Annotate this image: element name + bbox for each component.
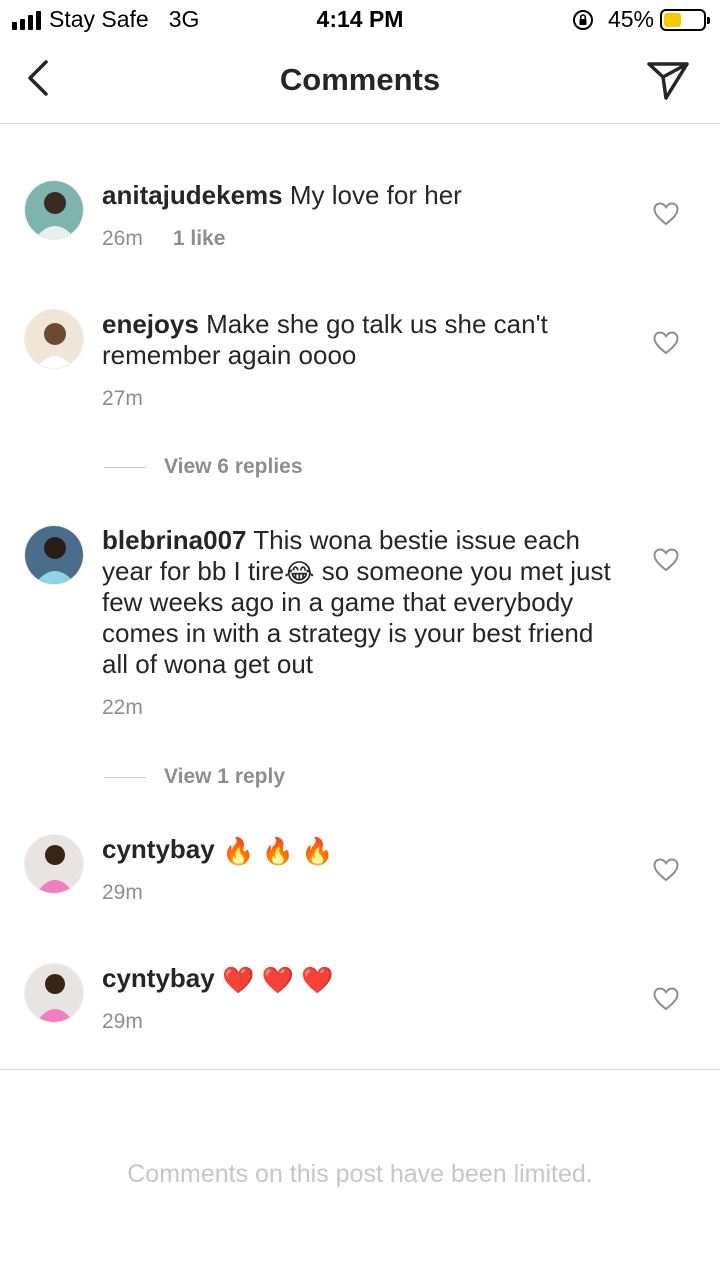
comment-meta: 29m: [102, 1010, 143, 1034]
status-bar: Stay Safe 3G 4:14 PM 45%: [0, 0, 720, 40]
comment-text: anitajudekems My love for her: [102, 180, 622, 211]
avatar[interactable]: [24, 309, 84, 369]
avatar[interactable]: [24, 180, 84, 240]
rotation-lock-icon: [572, 9, 593, 30]
battery-fill: [664, 12, 681, 27]
heart-icon[interactable]: [653, 548, 679, 572]
avatar[interactable]: [24, 834, 84, 894]
page-title: Comments: [279, 62, 441, 97]
avatar[interactable]: [24, 963, 84, 1023]
comment-likes[interactable]: 1 like: [173, 227, 226, 250]
comment-text: cyntybay ❤️ ❤️ ❤️: [102, 963, 622, 994]
avatar[interactable]: [24, 525, 84, 585]
comments-limited-notice: Comments on this post have been limited.: [127, 1160, 593, 1188]
heart-icon[interactable]: [653, 331, 679, 355]
comment-text: enejoys Make she go talk us she can't re…: [102, 309, 622, 371]
comment-time: 29m: [102, 1010, 143, 1033]
header: Comments: [0, 40, 720, 124]
heart-icon[interactable]: [653, 202, 679, 226]
heart-icon[interactable]: [653, 858, 679, 882]
divider: [0, 1069, 720, 1070]
comment-meta: 26m 1 like: [102, 227, 225, 251]
comment-meta: 29m: [102, 881, 143, 905]
comment-meta: 22m: [102, 696, 143, 720]
comment-text: cyntybay 🔥 🔥 🔥: [102, 834, 622, 865]
comment-username[interactable]: cyntybay: [102, 834, 215, 864]
comment-time: 26m: [102, 227, 143, 250]
replies-line: [104, 466, 146, 468]
comment-username[interactable]: enejoys: [102, 309, 199, 339]
laughing-emoji: 😂: [284, 558, 315, 588]
comment-time: 22m: [102, 696, 143, 719]
comment-username[interactable]: blebrina007: [102, 525, 247, 555]
comment-body: My love for her: [289, 180, 462, 210]
comment-username[interactable]: anitajudekems: [102, 180, 283, 210]
battery-icon: [660, 8, 710, 31]
view-replies-label: View 6 replies: [164, 455, 303, 478]
fire-emoji: 🔥 🔥 🔥: [221, 836, 334, 866]
battery-percent: 45%: [607, 6, 654, 32]
paper-plane-icon[interactable]: [646, 58, 690, 102]
replies-line: [104, 776, 146, 778]
comment-time: 29m: [102, 881, 143, 904]
view-replies-button[interactable]: View 6 replies: [104, 455, 303, 479]
comment-meta: 27m: [102, 387, 143, 411]
heart-emoji: ❤️ ❤️ ❤️: [221, 965, 334, 995]
comment-text: blebrina007 This wona bestie issue each …: [102, 525, 622, 680]
view-replies-button[interactable]: View 1 reply: [104, 765, 285, 789]
status-right: 45%: [572, 6, 710, 33]
view-replies-label: View 1 reply: [164, 765, 286, 788]
comment-username[interactable]: cyntybay: [102, 963, 215, 993]
heart-icon[interactable]: [653, 987, 679, 1011]
comment-time: 27m: [102, 387, 143, 410]
